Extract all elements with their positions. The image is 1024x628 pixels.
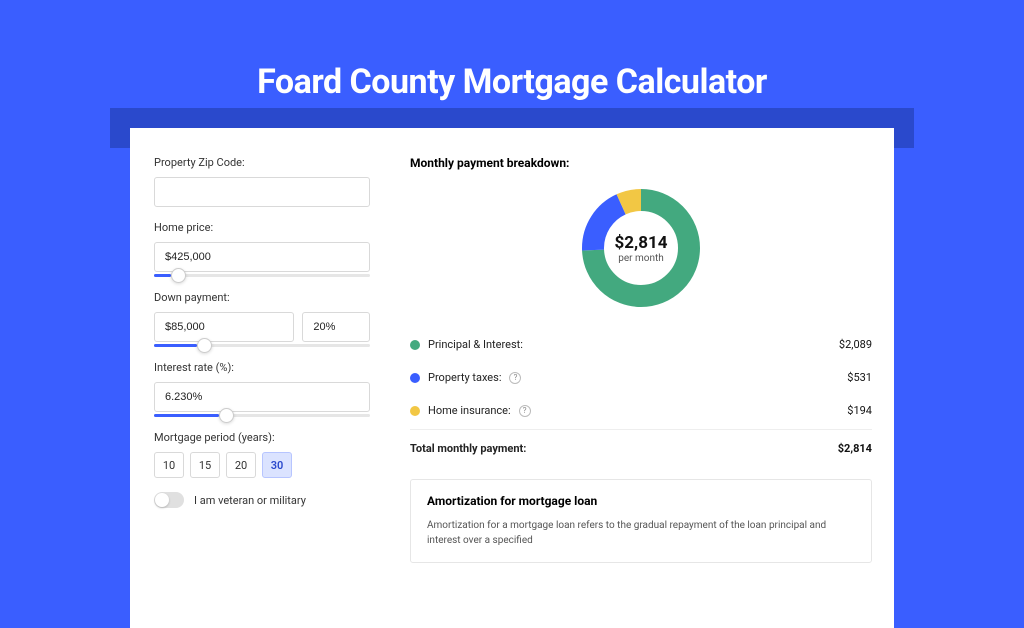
interest-input[interactable] [154,382,370,412]
zip-input[interactable] [154,177,370,207]
down-payment-slider[interactable] [154,344,370,347]
period-label: Mortgage period (years): [154,431,370,444]
info-icon[interactable]: ? [509,372,521,384]
breakdown-title: Monthly payment breakdown: [410,156,872,170]
legend-label: Principal & Interest: [428,338,523,351]
home-price-slider[interactable] [154,274,370,277]
legend-label: Property taxes: [428,371,501,384]
period-30[interactable]: 30 [262,452,292,478]
down-payment-label: Down payment: [154,291,370,304]
zip-field: Property Zip Code: [154,156,370,207]
total-value: $2,814 [838,442,872,455]
interest-label: Interest rate (%): [154,361,370,374]
amortization-title: Amortization for mortgage loan [427,494,855,508]
interest-slider[interactable] [154,414,370,417]
donut-chart: $2,814 per month [410,184,872,312]
total-label: Total monthly payment: [410,442,526,455]
period-10[interactable]: 10 [154,452,184,478]
down-payment-amount-input[interactable] [154,312,294,342]
amortization-text: Amortization for a mortgage loan refers … [427,518,855,548]
period-field: Mortgage period (years): 10 15 20 30 [154,431,370,478]
down-payment-field: Down payment: [154,291,370,347]
calculator-card: Property Zip Code: Home price: Down paym… [130,128,894,628]
legend-insurance: Home insurance: ? $194 [410,394,872,427]
legend-taxes: Property taxes: ? $531 [410,361,872,394]
form-column: Property Zip Code: Home price: Down paym… [130,128,390,628]
home-price-field: Home price: [154,221,370,277]
legend-value: $531 [847,371,872,384]
legend-value: $194 [847,404,872,417]
dot-icon [410,373,420,383]
toggle-knob [155,493,169,507]
legend-label: Home insurance: [428,404,511,417]
dot-icon [410,406,420,416]
down-payment-pct-input[interactable] [302,312,370,342]
amortization-box: Amortization for mortgage loan Amortizat… [410,479,872,563]
donut-sub: per month [618,253,664,264]
breakdown-column: Monthly payment breakdown: $2,814 per mo… [390,128,894,628]
donut-center: $2,814 per month [577,184,705,312]
legend-total: Total monthly payment: $2,814 [410,429,872,465]
period-options: 10 15 20 30 [154,452,370,478]
veteran-row: I am veteran or military [154,492,370,508]
veteran-label: I am veteran or military [194,494,306,507]
legend-value: $2,089 [839,338,872,351]
period-20[interactable]: 20 [226,452,256,478]
zip-label: Property Zip Code: [154,156,370,169]
veteran-toggle[interactable] [154,492,184,508]
interest-field: Interest rate (%): [154,361,370,417]
period-15[interactable]: 15 [190,452,220,478]
dot-icon [410,340,420,350]
home-price-label: Home price: [154,221,370,234]
info-icon[interactable]: ? [519,405,531,417]
legend-principal: Principal & Interest: $2,089 [410,328,872,361]
home-price-input[interactable] [154,242,370,272]
donut-amount: $2,814 [615,233,668,253]
